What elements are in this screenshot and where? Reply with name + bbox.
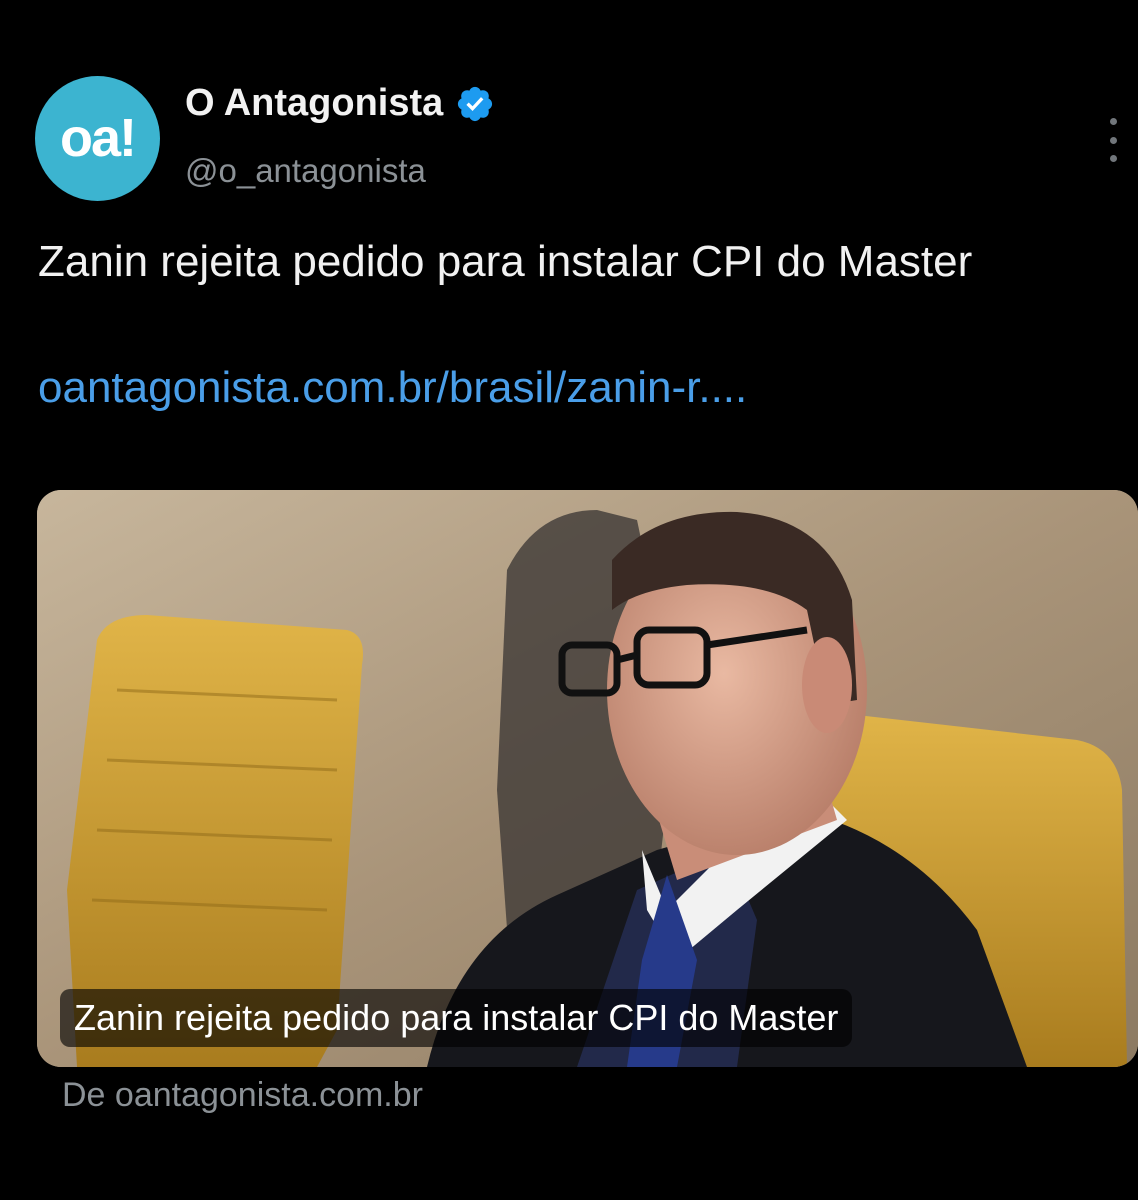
- card-caption[interactable]: Zanin rejeita pedido para instalar CPI d…: [60, 989, 853, 1047]
- account-name-row[interactable]: O Antagonista: [185, 82, 495, 125]
- display-name[interactable]: O Antagonista: [185, 82, 443, 125]
- card-source[interactable]: De oantagonista.com.br: [62, 1076, 423, 1115]
- avatar-logo-text: oa!: [60, 107, 137, 168]
- avatar[interactable]: oa!: [35, 76, 160, 201]
- verified-badge-icon: [458, 86, 493, 121]
- tweet-text: Zanin rejeita pedido para instalar CPI d…: [38, 237, 973, 286]
- card-image: [37, 490, 1138, 1067]
- link-preview-card[interactable]: [37, 490, 1138, 1067]
- tweet-link[interactable]: oantagonista.com.br/brasil/zanin-r....: [38, 360, 747, 416]
- account-handle[interactable]: @o_antagonista: [185, 152, 426, 190]
- more-options-icon[interactable]: [1100, 118, 1126, 162]
